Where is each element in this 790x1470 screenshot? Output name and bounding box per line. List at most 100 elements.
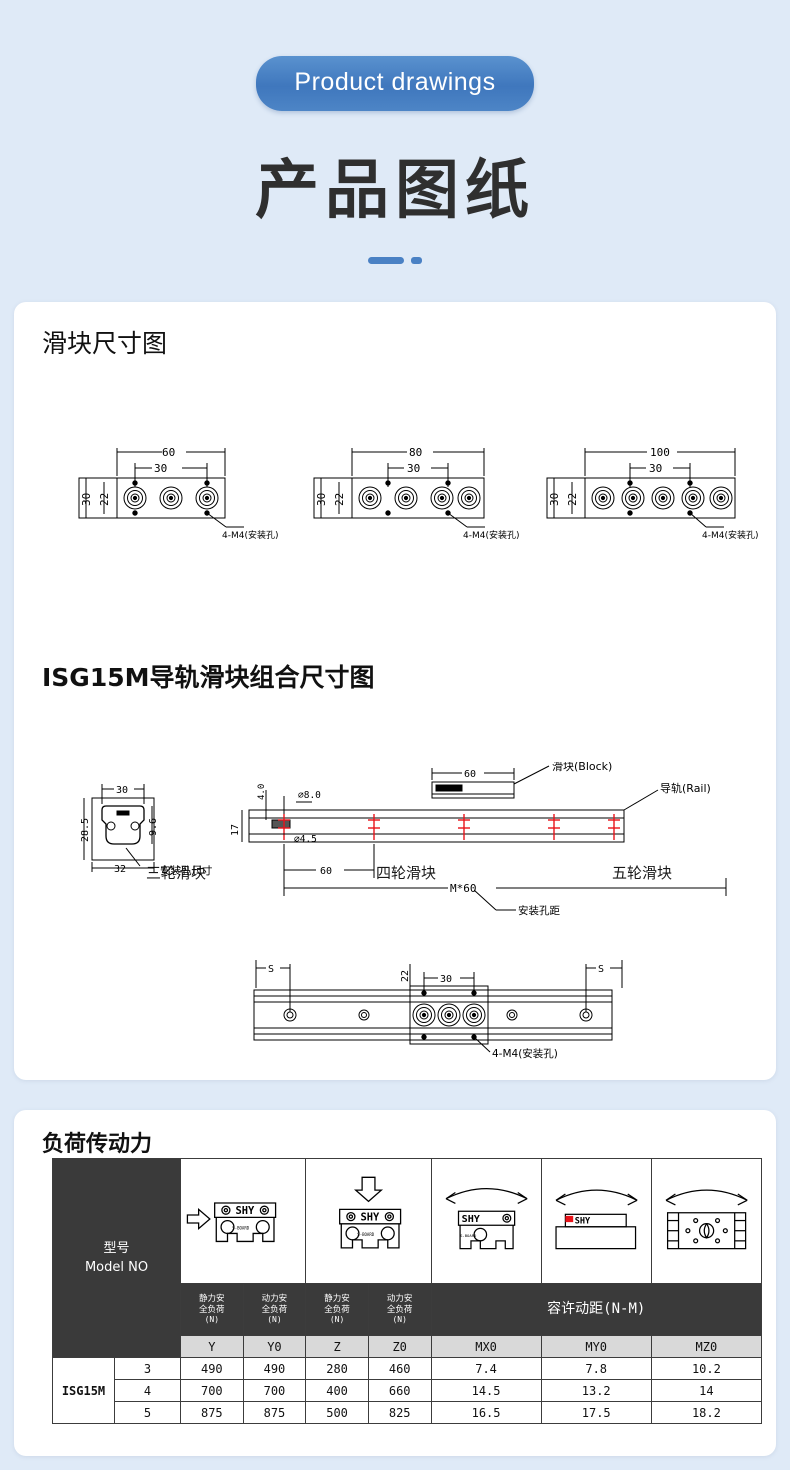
model-header-en: Model NO xyxy=(84,1260,149,1275)
dim-end-left: S xyxy=(268,964,274,975)
icon-cell-push: SHY S-BOARD xyxy=(179,1158,307,1284)
dim-cs-bottom: 32 xyxy=(114,864,126,875)
cell-my0: 13.2 xyxy=(540,1379,652,1402)
cell-z: 400 xyxy=(305,1379,369,1402)
divider-dash-short xyxy=(411,257,422,264)
dim-width-5: 100 xyxy=(650,446,670,459)
rail-assembly-plan: S S 22 30 4-M4(安装孔) xyxy=(253,960,623,1060)
col-code-z0: Z0 xyxy=(367,1335,432,1358)
dim-cs-left: 28.5 xyxy=(80,818,91,842)
unit-line1: 静力安 xyxy=(324,1293,350,1304)
cell-y: 875 xyxy=(180,1401,244,1424)
svg-text:SHY: SHY xyxy=(361,1212,381,1224)
row-wheels: 3 xyxy=(114,1357,181,1380)
svg-text:SHY: SHY xyxy=(236,1205,256,1217)
unit-header-y0: 动力安 全负荷 (N) xyxy=(242,1283,307,1336)
unit-line1: 静力安 xyxy=(199,1293,225,1304)
col-code-my0: MY0 xyxy=(540,1335,652,1358)
unit-header-z0: 动力安 全负荷 (N) xyxy=(367,1283,432,1336)
cell-y: 490 xyxy=(180,1357,244,1380)
block-push-arrow-icon: SHY S-BOARD xyxy=(186,1202,277,1243)
cell-z: 500 xyxy=(305,1401,369,1424)
label-block: 滑块(Block) xyxy=(552,762,612,773)
model-header-cn: 型号 xyxy=(103,1240,130,1256)
cell-mz0: 10.2 xyxy=(650,1357,763,1380)
dim-hole-pitch: 60 xyxy=(320,866,332,877)
unit-header-z: 静力安 全负荷 (N) xyxy=(305,1283,369,1336)
cell-y0: 875 xyxy=(242,1401,307,1424)
label-mount-hole-plan: 4-M4(安装孔) xyxy=(492,1047,558,1060)
block-moment-mz-icon xyxy=(665,1189,748,1250)
icon-cell-my: SHY xyxy=(540,1158,652,1284)
cell-my0: 7.8 xyxy=(540,1357,652,1380)
block-down-arrow-icon: SHY S-BOARD xyxy=(339,1176,402,1249)
cell-y0: 490 xyxy=(242,1357,307,1380)
dim-pitch-4: 30 xyxy=(407,462,420,475)
dim-pitch-3: 30 xyxy=(154,462,167,475)
unit-line3: (N) xyxy=(204,1315,220,1325)
cell-my0: 17.5 xyxy=(540,1401,652,1424)
drawings-card: 滑块尺寸图 60 30 30 22 4-M4(安装孔) 80 30 30 22 … xyxy=(14,302,776,1080)
col-code-y0: Y0 xyxy=(242,1335,307,1358)
dim-height-5: 30 xyxy=(548,493,561,506)
title-divider xyxy=(0,257,790,264)
icon-cell-down: SHY S-BOARD xyxy=(305,1158,432,1284)
product-drawings-page: Product drawings 产品图纸 滑块尺寸图 60 30 30 22 … xyxy=(0,0,790,1470)
dim-width-4: 80 xyxy=(409,446,422,459)
page-title-cn: 产品图纸 xyxy=(255,154,535,228)
dim-cbore-dia: ⌀8.0 xyxy=(298,790,321,801)
dim-height-3: 30 xyxy=(80,493,93,506)
label-hole-spacing: 安装孔距 xyxy=(518,904,560,917)
unit-line2: 全负荷 xyxy=(324,1304,350,1315)
svg-text:S-BOARD: S-BOARD xyxy=(232,1225,249,1230)
svg-text:SHY: SHY xyxy=(461,1214,480,1225)
model-name-cell: ISG15M xyxy=(52,1357,115,1424)
icon-cell-mx: SHY S-BOARD xyxy=(430,1158,542,1284)
label-mounting-hole-3: 4-M4(安装孔) xyxy=(222,529,279,541)
load-section-title: 负荷传动力 xyxy=(42,1132,153,1157)
label-rail: 导轨(Rail) xyxy=(660,781,711,795)
cell-mz0: 18.2 xyxy=(650,1401,763,1424)
cell-y: 700 xyxy=(180,1379,244,1402)
cell-z0: 660 xyxy=(367,1379,432,1402)
unit-line3: (N) xyxy=(392,1315,407,1325)
load-capacity-table: 型号 Model NO SHY S-BOARD SHY S-BOARD SHY … xyxy=(52,1158,763,1424)
cell-z0: 825 xyxy=(367,1401,432,1424)
svg-text:S-BOARD: S-BOARD xyxy=(460,1233,477,1238)
dim-end-right: S xyxy=(598,964,604,975)
unit-line2: 全负荷 xyxy=(386,1304,413,1315)
unit-line2: 全负荷 xyxy=(199,1304,225,1315)
cell-z0: 460 xyxy=(367,1357,432,1380)
label-mount-hole-size: 安装孔尺寸 xyxy=(160,864,213,877)
cell-y0: 700 xyxy=(242,1379,307,1402)
dim-block-pitch: 30 xyxy=(440,974,452,985)
slider-diagram-3wheel: 60 30 30 22 4-M4(安装孔) xyxy=(78,446,279,541)
unit-line3: (N) xyxy=(329,1315,345,1325)
unit-line1: 动力安 xyxy=(386,1293,413,1304)
col-code-z: Z xyxy=(305,1335,369,1358)
slider-diagram-4wheel: 80 30 30 22 4-M4(安装孔) xyxy=(313,446,520,541)
dim-total-length: M*60 xyxy=(450,882,477,895)
row-wheels: 4 xyxy=(114,1379,181,1402)
dim-pitch-5: 30 xyxy=(649,462,662,475)
dim-block-length: 60 xyxy=(464,769,476,780)
table-row: 5 875 875 500 825 16.5 17.5 18.2 xyxy=(53,1401,763,1424)
cell-z: 280 xyxy=(305,1357,369,1380)
dim-block-offset: 22 xyxy=(400,970,411,982)
divider-dash-long xyxy=(368,257,404,264)
dim-height-4: 30 xyxy=(315,493,328,506)
rail-assembly-elevation: 30 28.5 9.6 32 安装孔尺寸 17 4.0 ⌀8.0 ⌀4.5 60… xyxy=(80,762,727,917)
table-row: ISG15M 3 490 490 280 460 7.4 7.8 10.2 xyxy=(52,1357,763,1424)
block-moment-mx-icon: SHY S-BOARD xyxy=(445,1187,527,1250)
cell-mx0: 7.4 xyxy=(430,1357,542,1380)
cell-mx0: 16.5 xyxy=(430,1401,542,1424)
dim-inner-3: 22 xyxy=(98,493,111,506)
dim-width-3: 60 xyxy=(162,446,175,459)
row-wheels: 5 xyxy=(114,1401,181,1424)
block-moment-my-icon: SHY xyxy=(555,1189,638,1250)
unit-line2: 全负荷 xyxy=(261,1304,288,1315)
slider-section-title: 滑块尺寸图 xyxy=(42,329,168,358)
label-mounting-hole-4: 4-M4(安装孔) xyxy=(463,529,520,541)
cell-mx0: 14.5 xyxy=(430,1379,542,1402)
page-title-pill: Product drawings xyxy=(256,56,534,111)
